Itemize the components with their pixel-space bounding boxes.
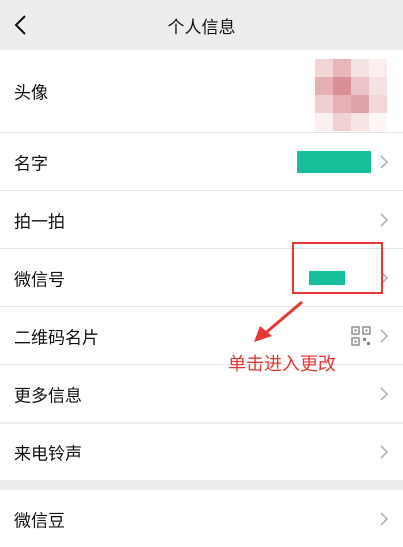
row-name[interactable]: 名字 [0,133,403,191]
row-more-info[interactable]: 更多信息 [0,365,403,422]
qr-card-label: 二维码名片 [14,328,99,348]
highlight-box [292,242,383,294]
chevron-right-icon [380,511,389,526]
wechat-id-label: 微信号 [14,270,65,290]
page-title: 个人信息 [167,18,236,38]
chevron-right-icon [380,386,389,401]
beans-group: 微信豆 [0,490,403,547]
row-wechat-beans[interactable]: 微信豆 [0,490,403,547]
profile-group: 头像 名字 拍一拍 微信号 二维码名片 更多信息 [0,50,403,422]
avatar[interactable] [315,59,387,131]
row-pat[interactable]: 拍一拍 [0,191,403,249]
ringtone-label: 来电铃声 [14,444,82,465]
annotation-arrow-icon [254,300,303,342]
pat-label: 拍一拍 [14,212,65,232]
row-qr-card[interactable]: 二维码名片 [0,307,403,365]
qr-code-icon [351,325,371,346]
chevron-right-icon [380,154,389,169]
wechat-beans-label: 微信豆 [14,511,65,531]
chevron-right-icon [380,328,389,343]
chevron-right-icon [380,212,389,227]
row-avatar[interactable]: 头像 [0,50,403,133]
row-ringtone[interactable]: 来电铃声 [0,424,403,480]
chevron-right-icon [380,445,389,459]
nav-bar: 个人信息 [0,0,403,50]
annotation-text: 单击进入更改 [228,354,336,375]
more-info-label: 更多信息 [14,386,82,406]
avatar-label: 头像 [14,83,48,104]
ringtone-group: 来电铃声 [0,424,403,480]
name-label: 名字 [14,154,48,174]
name-value-redacted [297,150,371,173]
